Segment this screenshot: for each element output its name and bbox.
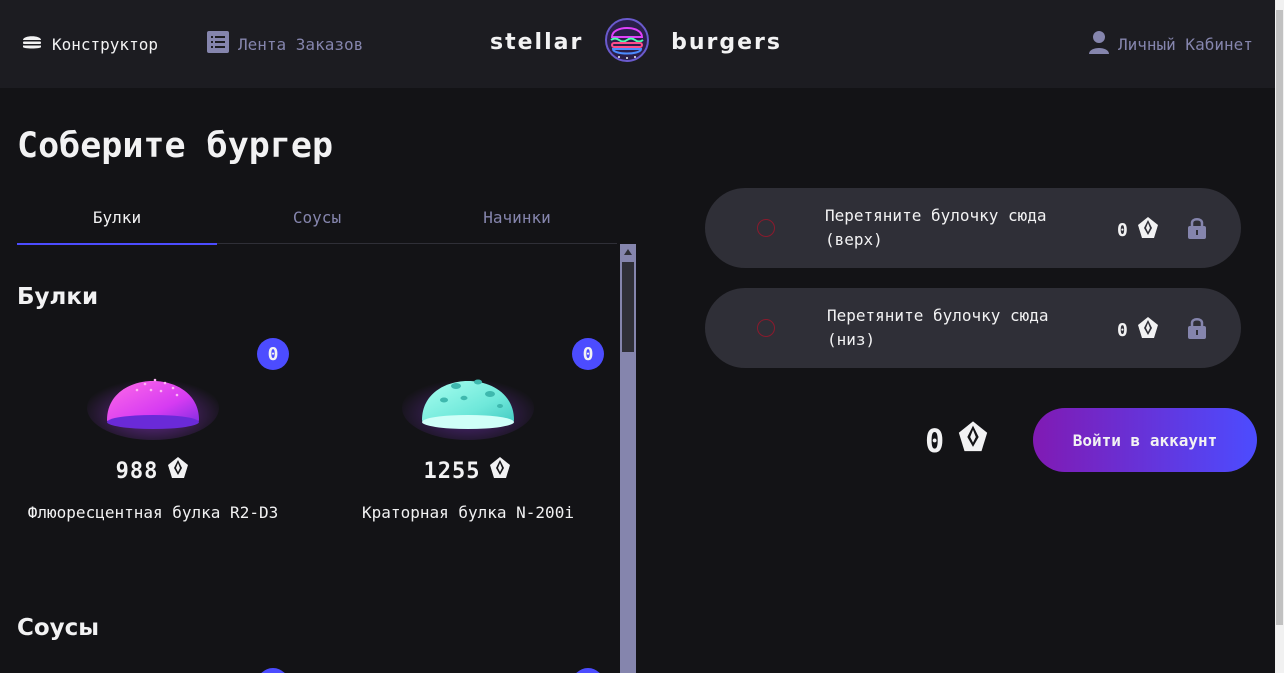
currency-icon: [1136, 216, 1160, 245]
slot-price: 0: [1117, 216, 1160, 245]
ingredient-card[interactable]: 0 1255 Краторная булка N-200i: [332, 338, 604, 538]
slot-price: 0: [1117, 316, 1160, 345]
crater-bun-image: [400, 350, 536, 440]
ingredient-counter: 0: [257, 338, 289, 370]
drop-placeholder-circle: [757, 319, 775, 337]
page-scrollbar-thumb[interactable]: [1276, 10, 1283, 625]
lock-icon: [1185, 216, 1209, 244]
profile-icon: [1088, 30, 1110, 58]
currency-icon: [488, 456, 512, 486]
nav-constructor[interactable]: Конструктор: [20, 0, 158, 88]
logo-burger-icon: [604, 17, 650, 67]
burger-icon: [20, 30, 44, 58]
drop-zone-text: Перетяните булочку сюда (верх): [825, 206, 1047, 249]
ingredient-counter: [257, 668, 289, 673]
ingredient-tabs: Булки Соусы Начинки: [17, 190, 617, 245]
ingredient-price: 988: [17, 456, 289, 486]
tab-fillings[interactable]: Начинки: [417, 190, 617, 244]
ingredient-name: Флюоресцентная булка R2-D3: [27, 503, 279, 522]
app-header: Конструктор Лента Заказов stellar burger…: [0, 0, 1275, 88]
price-value: 0: [1117, 320, 1128, 341]
ingredient-card[interactable]: 0 988 Флюоресцентная булка R2-D3: [17, 338, 289, 538]
drop-placeholder-circle: [757, 219, 775, 237]
scroll-up-arrow-icon[interactable]: [620, 244, 636, 260]
price-value: 1255: [423, 458, 481, 484]
page-title: Соберите бургер: [17, 126, 334, 166]
fluorescent-bun-image: [85, 350, 221, 440]
drop-zone-text: Перетяните булочку сюда (низ): [827, 306, 1049, 349]
ingredients-scrollbar[interactable]: [620, 244, 636, 673]
login-button[interactable]: Войти в аккаунт: [1033, 408, 1257, 472]
order-total: 0: [925, 420, 990, 462]
price-value: 0: [1117, 220, 1128, 241]
section-title-sauces: Соусы: [17, 615, 100, 641]
tab-buns[interactable]: Булки: [17, 190, 217, 245]
section-title-buns: Булки: [17, 284, 99, 310]
ingredient-counter: 0: [572, 338, 604, 370]
list-icon: [206, 30, 230, 58]
currency-icon: [1136, 316, 1160, 345]
total-value: 0: [925, 422, 945, 460]
nav-personal-account-label: Личный Кабинет: [1118, 34, 1253, 54]
nav-order-feed-label: Лента Заказов: [238, 34, 364, 54]
currency-icon: [166, 456, 190, 486]
ingredient-name: Краторная булка N-200i: [362, 503, 574, 522]
currency-icon: [956, 420, 990, 462]
logo-text-right: burgers: [671, 29, 782, 55]
nav-constructor-label: Конструктор: [52, 34, 158, 54]
bun-drop-zone-bottom[interactable]: Перетяните булочку сюда (низ) 0: [705, 288, 1241, 368]
ingredient-counter: [572, 668, 604, 673]
lock-icon: [1185, 316, 1209, 344]
bun-drop-zone-top[interactable]: Перетяните булочку сюда (верх) 0: [705, 188, 1241, 268]
logo-text-left: stellar: [490, 29, 584, 55]
tab-sauces[interactable]: Соусы: [217, 190, 417, 244]
page-scrollbar[interactable]: [1275, 0, 1284, 673]
stellar-burgers-logo[interactable]: stellar burgers: [490, 18, 782, 66]
price-value: 988: [115, 458, 159, 484]
nav-personal-account[interactable]: Личный Кабинет: [1088, 0, 1253, 88]
scrollbar-thumb[interactable]: [622, 262, 634, 352]
nav-order-feed[interactable]: Лента Заказов: [206, 0, 363, 88]
ingredient-price: 1255: [332, 456, 604, 486]
